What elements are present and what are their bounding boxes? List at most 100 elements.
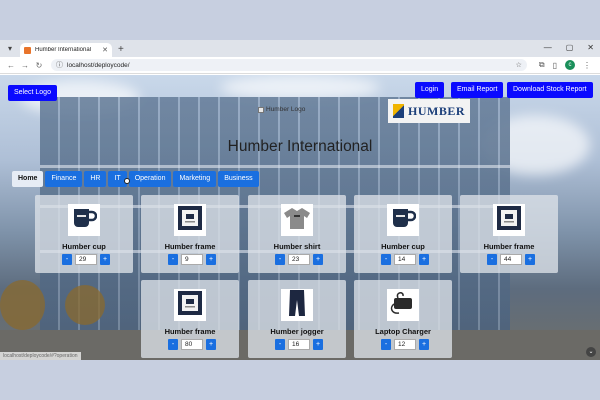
minimize-icon[interactable]: — [544, 43, 552, 52]
bookmark-star-icon[interactable]: ☆ [516, 61, 522, 69]
humber-mark-icon [393, 104, 404, 118]
shirt-icon [283, 206, 311, 235]
mug-icon [390, 207, 417, 234]
extensions-icon[interactable]: ⧉ [539, 60, 545, 70]
charger-icon [389, 290, 417, 321]
quantity-input[interactable] [181, 339, 203, 350]
download-stock-report-button[interactable]: Download Stock Report [507, 82, 593, 98]
tab-operation[interactable]: Operation [128, 171, 172, 187]
product-image [68, 204, 100, 236]
new-tab-icon[interactable]: + [118, 44, 124, 55]
tab-marketing[interactable]: Marketing [173, 171, 217, 187]
quantity-input[interactable] [500, 254, 522, 265]
tab-home[interactable]: Home [12, 171, 44, 187]
decrement-button[interactable]: - [168, 254, 178, 265]
quantity-stepper: -+ [168, 254, 216, 265]
broken-image-icon [258, 106, 264, 113]
product-card: Humber cup - + [35, 195, 133, 273]
increment-button[interactable]: + [313, 339, 323, 350]
product-image [281, 289, 313, 321]
decrement-button[interactable]: - [381, 254, 391, 265]
logo-image: Humber Logo [258, 106, 305, 113]
browser-tabbar: ▾ Humber International ✕ + — ▢ ✕ [0, 40, 600, 57]
decrement-button[interactable]: - [487, 254, 497, 265]
decrement-button[interactable]: - [275, 254, 285, 265]
product-card: Humber frame-+ [460, 195, 558, 273]
increment-button[interactable]: + [525, 254, 535, 265]
product-name: Humber frame [164, 327, 216, 336]
logo-alt-text: Humber Logo [266, 106, 306, 113]
close-window-icon[interactable]: ✕ [587, 43, 594, 52]
product-name: Humber frame [164, 242, 216, 251]
login-button[interactable]: Login [415, 82, 445, 98]
product-name: Humber jogger [270, 327, 324, 336]
tab-finance[interactable]: Finance [45, 171, 83, 187]
product-image [387, 289, 419, 321]
product-image [281, 204, 313, 236]
product-card: Humber frame-+ [141, 280, 239, 358]
quantity-input[interactable] [75, 254, 97, 265]
tab-search-icon[interactable]: ▾ [4, 43, 16, 55]
mouse-cursor [124, 178, 130, 184]
browser-tab[interactable]: Humber International ✕ [20, 43, 112, 57]
quantity-input[interactable] [394, 254, 416, 265]
close-icon[interactable]: ✕ [102, 46, 108, 54]
increment-button[interactable]: + [206, 254, 216, 265]
product-card: Humber jogger-+ [248, 280, 346, 358]
quantity-stepper: -+ [487, 254, 535, 265]
forward-icon[interactable]: → [19, 61, 31, 70]
product-name: Humber cup [62, 242, 106, 251]
quantity-stepper: -+ [275, 254, 323, 265]
increment-button[interactable]: + [206, 339, 216, 350]
menu-dots-icon[interactable]: ⋮ [583, 61, 591, 70]
product-card: Humber shirt-+ [248, 195, 346, 273]
decrement-button[interactable]: - [381, 339, 391, 350]
product-name: Humber cup [381, 242, 425, 251]
quantity-stepper: -+ [275, 339, 323, 350]
product-name: Laptop Charger [375, 327, 431, 336]
url-field[interactable]: ⓘ localhost/deploycode/ ☆ [51, 59, 527, 71]
address-bar: ← → ↻ ⓘ localhost/deploycode/ ☆ ⧉ ▯ c ⋮ [0, 57, 600, 74]
department-nav: Home Finance HR IT Operation Marketing Busines… [12, 171, 259, 187]
select-logo-button[interactable]: Select Logo [8, 85, 57, 101]
tab-hr[interactable]: HR [84, 171, 107, 187]
product-card: Humber frame-+ [141, 195, 239, 273]
profile-avatar-icon[interactable]: c [565, 60, 575, 70]
tab-title: Humber International [35, 47, 92, 53]
tab-business[interactable]: Business [218, 171, 259, 187]
quantity-input[interactable] [288, 339, 310, 350]
building-stripe [40, 165, 510, 168]
product-name: Humber shirt [273, 242, 321, 251]
product-image [174, 289, 206, 321]
sidepanel-icon[interactable]: ▯ [553, 61, 557, 70]
browser-window: ▾ Humber International ✕ + — ▢ ✕ ← → ↻ ⓘ… [0, 40, 600, 360]
back-icon[interactable]: ← [5, 61, 17, 70]
decrement-button[interactable]: - [275, 339, 285, 350]
site-info-icon[interactable]: ⓘ [56, 60, 63, 70]
email-report-button[interactable]: Email Report [451, 82, 504, 98]
increment-button[interactable]: + [100, 254, 110, 265]
increment-button[interactable]: + [313, 254, 323, 265]
product-name: Humber frame [483, 242, 535, 251]
product-card: Laptop Charger-+ [354, 280, 452, 358]
window-controls: — ▢ ✕ [544, 43, 594, 52]
increment-button[interactable]: + [419, 254, 429, 265]
quantity-input[interactable] [181, 254, 203, 265]
reload-icon[interactable]: ↻ [33, 61, 45, 70]
scroll-down-icon[interactable]: ⌄ [586, 347, 596, 357]
product-image [493, 204, 525, 236]
web-page: HUMBER Select Logo Login Email Report Do… [0, 75, 600, 360]
product-image [387, 204, 419, 236]
quantity-input[interactable] [394, 339, 416, 350]
quantity-stepper: -+ [381, 339, 429, 350]
status-url: localhost/deploycode/#?operation [0, 352, 81, 360]
maximize-icon[interactable]: ▢ [566, 43, 574, 52]
quantity-stepper: -+ [168, 339, 216, 350]
quantity-input[interactable] [288, 254, 310, 265]
decrement-button[interactable]: - [168, 339, 178, 350]
frame-icon [496, 205, 522, 236]
increment-button[interactable]: + [419, 339, 429, 350]
frame-icon [177, 290, 203, 321]
decrement-button[interactable]: - [62, 254, 72, 265]
quantity-stepper: -+ [381, 254, 429, 265]
